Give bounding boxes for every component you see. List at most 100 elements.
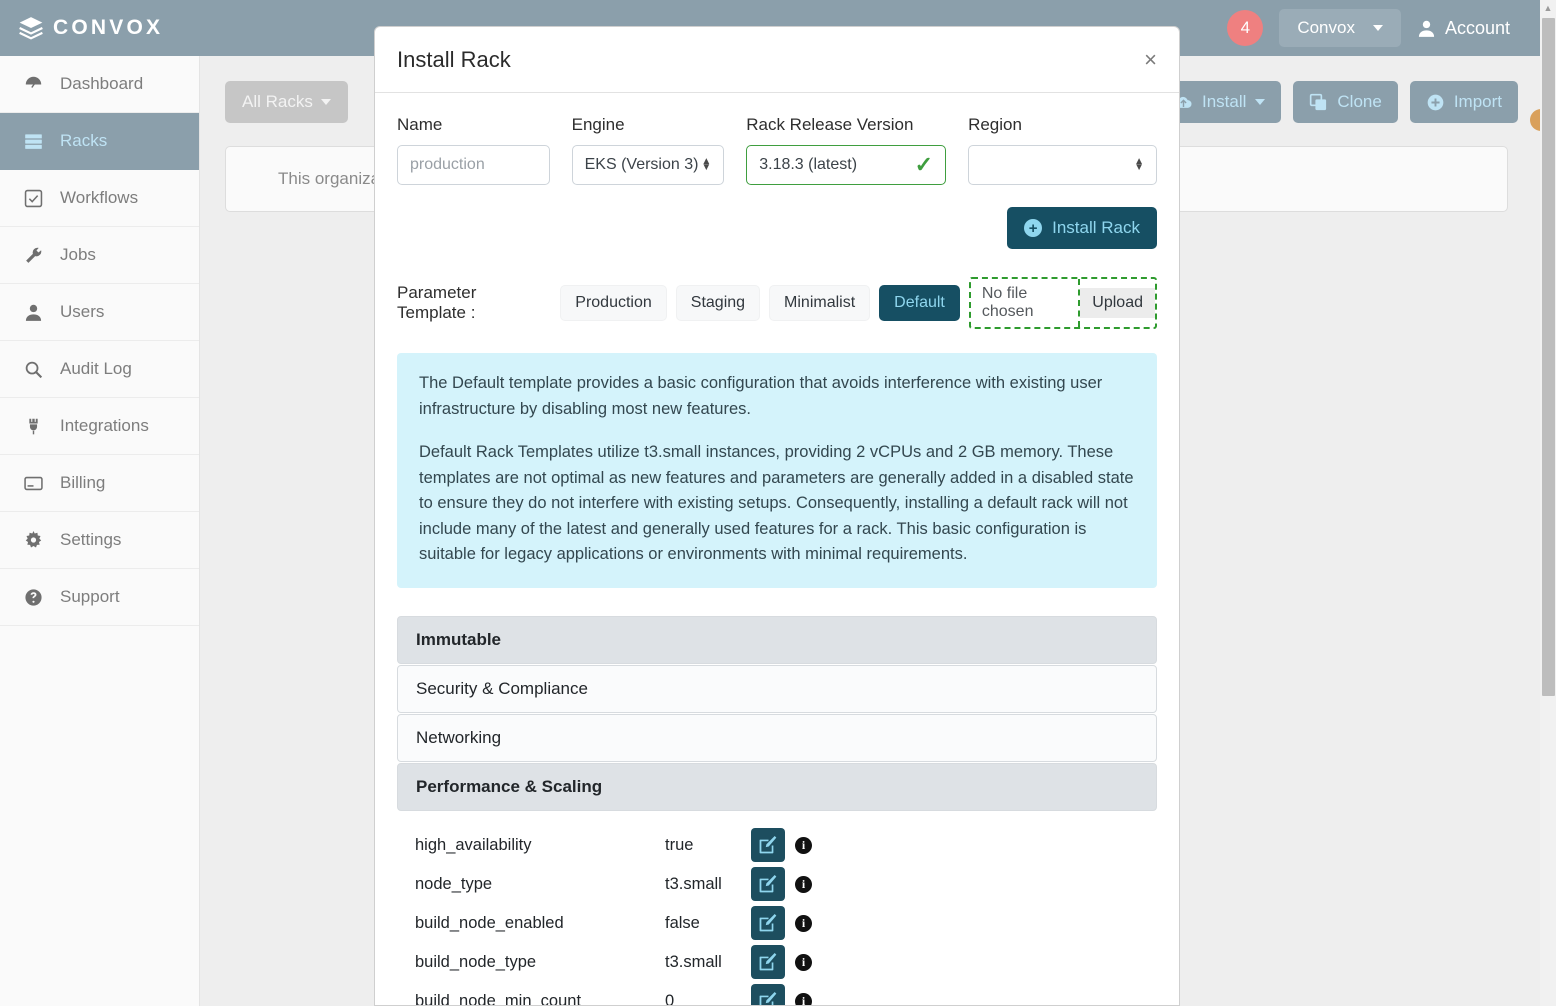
parameter-edit-button[interactable] xyxy=(751,906,785,941)
question-circle-icon xyxy=(24,588,42,606)
chevron-down-icon xyxy=(1255,99,1266,105)
sidebar-item-audit-log[interactable]: Audit Log xyxy=(0,341,199,398)
accordion-section-networking[interactable]: Networking xyxy=(397,713,1157,762)
install-rack-button[interactable]: + Install Rack xyxy=(1007,207,1157,249)
name-input[interactable]: production xyxy=(397,145,550,185)
sidebar-item-billing[interactable]: Billing xyxy=(0,455,199,512)
brand-logo[interactable]: CONVOX xyxy=(0,15,200,41)
template-button-minimalist[interactable]: Minimalist xyxy=(769,285,871,321)
plus-circle-icon xyxy=(1427,94,1444,110)
sidebar-item-users[interactable]: Users xyxy=(0,284,199,341)
sidebar-item-label: Jobs xyxy=(60,245,96,264)
person-icon xyxy=(25,304,41,321)
sidebar-item-settings[interactable]: Settings xyxy=(0,512,199,569)
all-racks-filter-button[interactable]: All Racks xyxy=(225,81,348,123)
parameter-row: node_type t3.small i xyxy=(397,865,1157,904)
name-label: Name xyxy=(397,115,443,134)
accordion-section-performance-scaling[interactable]: Performance & Scaling xyxy=(397,762,1157,811)
org-switcher[interactable]: Convox xyxy=(1279,9,1401,47)
modal-header: Install Rack × xyxy=(375,27,1179,93)
sidebar-item-label: Racks xyxy=(60,131,108,150)
parameter-list: high_availability true i node_type t3.small i… xyxy=(397,812,1157,1005)
clone-button[interactable]: Clone xyxy=(1293,81,1398,123)
parameter-edit-button[interactable] xyxy=(751,984,785,1005)
spinner-arrows-icon: ▲ ▼ xyxy=(701,156,712,173)
template-button-group: Production Staging Minimalist Default xyxy=(560,285,969,321)
header-actions: Install Clone Import xyxy=(1157,81,1518,123)
parameter-row: build_node_type t3.small i xyxy=(397,943,1157,982)
install-button-label: Install xyxy=(1201,92,1247,111)
parameter-value: true xyxy=(665,835,694,854)
chevron-down-icon xyxy=(1372,25,1383,31)
wrench-icon-wrap xyxy=(22,246,44,265)
install-form-row: Name production Engine EKS (Version 3) ▲… xyxy=(397,115,1157,185)
spinner-arrows-icon: ▲ ▼ xyxy=(1134,156,1144,173)
account-menu[interactable]: Account xyxy=(1417,18,1510,39)
sidebar-item-label: Users xyxy=(60,302,105,321)
sidebar-item-integrations[interactable]: Integrations xyxy=(0,398,199,455)
sidebar-item-label: Billing xyxy=(60,473,106,492)
sidebar-item-racks[interactable]: Racks xyxy=(0,113,199,170)
region-select[interactable]: ▲ ▼ xyxy=(968,145,1157,185)
engine-select[interactable]: EKS (Version 3) ▲ ▼ xyxy=(571,145,725,185)
question-circle-icon-wrap xyxy=(22,588,44,607)
template-button-production[interactable]: Production xyxy=(560,285,667,321)
import-button-label: Import xyxy=(1453,92,1502,111)
parameter-key: high_availability xyxy=(415,835,532,854)
parameter-info-icon[interactable]: i xyxy=(795,992,812,1005)
install-action-row: + Install Rack xyxy=(397,207,1157,249)
server-rack-icon-wrap xyxy=(22,132,44,151)
release-field-group: Rack Release Version 3.18.3 (latest) ✓ xyxy=(746,115,968,185)
person-icon xyxy=(1418,20,1435,37)
pencil-square-icon xyxy=(759,991,776,1005)
install-rack-button-label: Install Rack xyxy=(1052,218,1140,237)
sidebar-item-label: Audit Log xyxy=(60,359,132,378)
pencil-square-icon xyxy=(759,835,776,854)
org-switcher-label: Convox xyxy=(1297,18,1355,37)
parameter-info-icon[interactable]: i xyxy=(795,875,812,893)
copy-icon xyxy=(1310,93,1327,110)
parameter-value: t3.small xyxy=(665,952,722,971)
person-icon-wrap xyxy=(22,303,44,322)
sidebar-item-workflows[interactable]: Workflows xyxy=(0,170,199,227)
parameter-edit-button[interactable] xyxy=(751,867,785,902)
file-upload-dropzone[interactable]: No file chosen Upload xyxy=(968,277,1157,329)
page-scrollbar[interactable]: ▲ xyxy=(1540,0,1556,1006)
import-button[interactable]: Import xyxy=(1409,81,1518,123)
parameter-info-icon[interactable]: i xyxy=(795,953,812,971)
parameter-info-icon[interactable]: i xyxy=(795,836,812,854)
parameter-key: build_node_type xyxy=(415,952,537,971)
scrollbar-thumb[interactable] xyxy=(1542,18,1555,696)
engine-select-value: EKS (Version 3) xyxy=(584,156,699,173)
sidebar-item-label: Workflows xyxy=(60,188,139,207)
parameter-value: t3.small xyxy=(665,874,722,893)
scroll-up-arrow-icon[interactable]: ▲ xyxy=(1540,0,1556,16)
parameter-edit-button[interactable] xyxy=(751,828,785,863)
modal-body: Name production Engine EKS (Version 3) ▲… xyxy=(375,93,1179,1005)
install-rack-modal: Install Rack × Name production Engine EK… xyxy=(374,26,1180,1006)
sidebar-item-support[interactable]: Support xyxy=(0,569,199,626)
template-button-default[interactable]: Default xyxy=(879,285,960,321)
brand-text: CONVOX xyxy=(53,16,164,39)
parameter-info-icon[interactable]: i xyxy=(795,914,812,932)
parameter-edit-button[interactable] xyxy=(751,945,785,980)
gear-icon xyxy=(25,530,41,548)
upload-button[interactable]: Upload xyxy=(1080,288,1155,318)
close-icon[interactable]: × xyxy=(1144,48,1157,71)
release-input[interactable]: 3.18.3 (latest) ✓ xyxy=(746,145,947,185)
region-label: Region xyxy=(968,115,1022,134)
accordion-section-immutable[interactable]: Immutable xyxy=(397,615,1157,664)
template-button-staging[interactable]: Staging xyxy=(675,285,761,321)
sidebar-item-label: Settings xyxy=(60,530,122,549)
plus-circle-icon: + xyxy=(1024,219,1043,237)
sidebar-item-jobs[interactable]: Jobs xyxy=(0,227,199,284)
notification-badge[interactable]: 4 xyxy=(1227,10,1264,46)
pencil-square-icon xyxy=(759,952,776,971)
parameter-key: build_node_enabled xyxy=(415,913,564,932)
pencil-square-icon xyxy=(759,913,776,932)
credit-card-icon-wrap xyxy=(22,474,44,493)
parameter-row: build_node_min_count 0 i xyxy=(397,982,1157,1005)
parameter-key: node_type xyxy=(415,874,493,893)
accordion-section-security-compliance[interactable]: Security & Compliance xyxy=(397,664,1157,713)
sidebar-item-dashboard[interactable]: Dashboard xyxy=(0,56,199,113)
